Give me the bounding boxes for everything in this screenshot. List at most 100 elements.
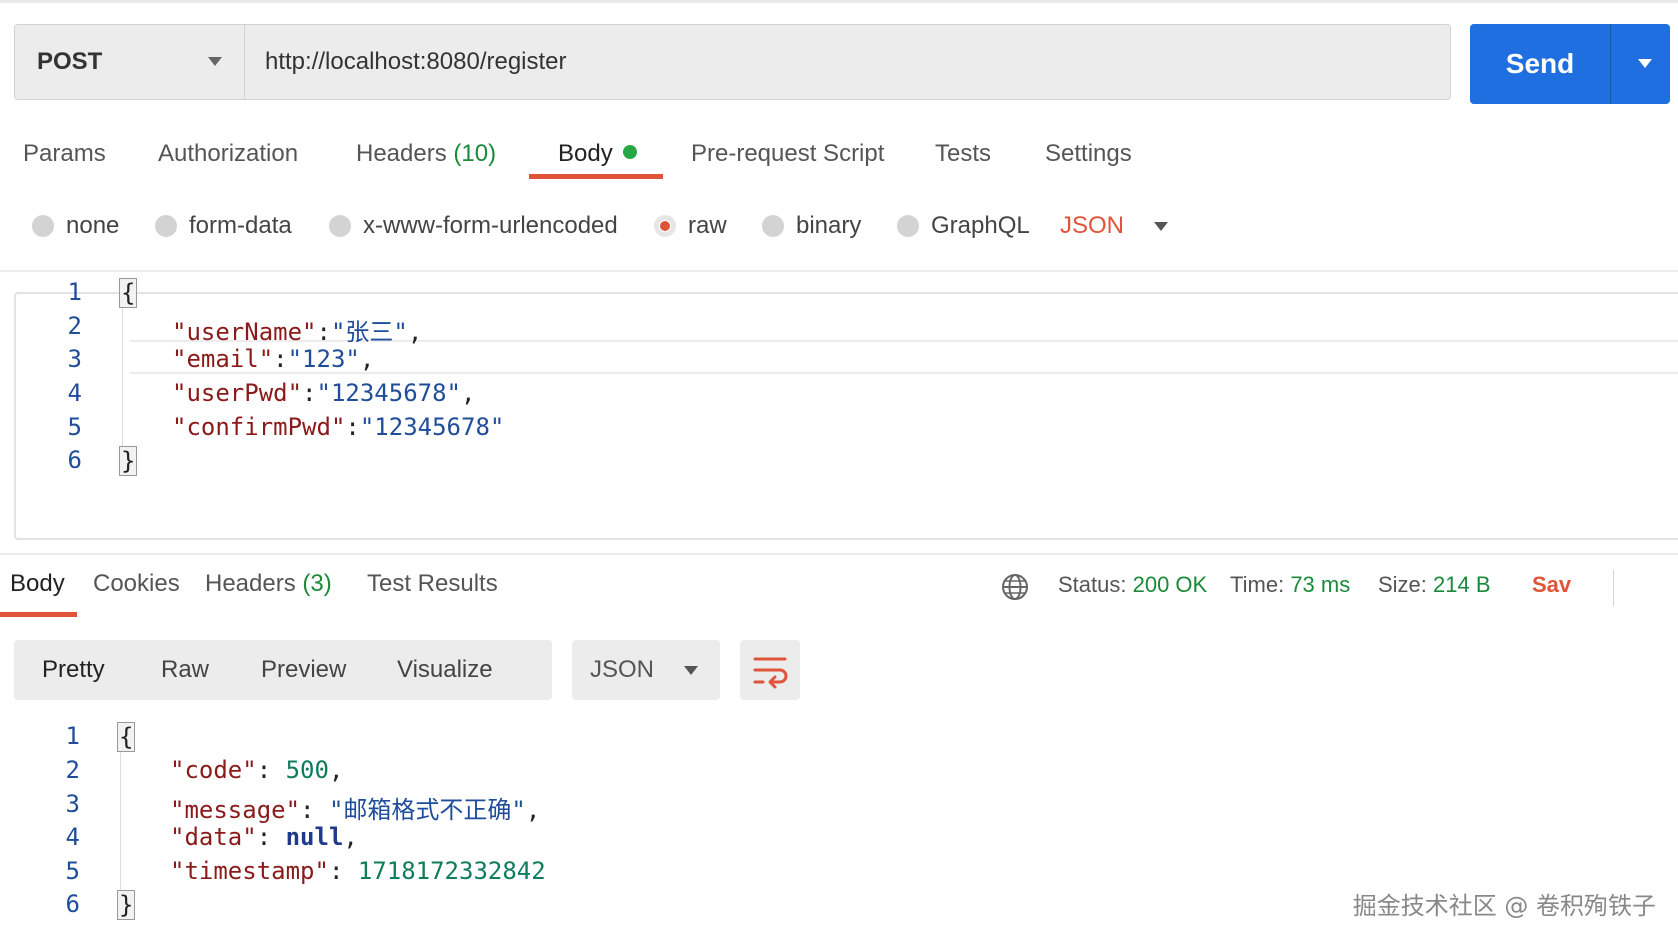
view-visualize-button[interactable]: Visualize xyxy=(397,656,493,684)
radio-label: none xyxy=(66,212,120,239)
tab-label: Cookies xyxy=(93,570,180,597)
time-label: Time: xyxy=(1230,572,1285,597)
response-format-select[interactable]: JSON xyxy=(572,640,720,700)
radio-label: form-data xyxy=(189,212,292,239)
globe-icon[interactable] xyxy=(1000,572,1030,602)
view-pretty-button[interactable]: Pretty xyxy=(42,656,105,684)
method-select[interactable]: POST xyxy=(15,25,245,99)
wrap-icon xyxy=(753,657,788,689)
radio-circle-icon xyxy=(897,215,919,237)
send-button[interactable]: Send xyxy=(1470,24,1610,104)
time-value: 73 ms xyxy=(1290,572,1351,597)
line-number: 5 xyxy=(67,413,82,441)
open-brace: { xyxy=(119,278,138,308)
radio-circle-icon xyxy=(155,215,177,237)
response-view-group: Pretty Raw Preview Visualize xyxy=(14,640,552,700)
radio-label: x-www-form-urlencoded xyxy=(363,212,618,239)
indent-guide xyxy=(120,732,121,892)
chevron-down-icon xyxy=(684,665,699,675)
code-line: "userName":"张三", xyxy=(172,312,422,347)
tab-params[interactable]: Params xyxy=(23,140,106,168)
chevron-down-icon xyxy=(1154,221,1169,231)
radio-raw[interactable]: raw xyxy=(654,212,727,240)
save-response-button[interactable]: Sav xyxy=(1532,572,1571,598)
radio-none[interactable]: none xyxy=(32,212,119,240)
json-key: "code" xyxy=(170,756,257,784)
tab-test-results[interactable]: Test Results xyxy=(367,570,498,598)
url-text: http://localhost:8080/register xyxy=(265,48,567,75)
time-info: Time: 73 ms xyxy=(1230,572,1350,598)
headers-count-badge: (10) xyxy=(453,140,497,167)
line-number: 5 xyxy=(65,857,80,885)
json-comma: , xyxy=(328,756,344,784)
code-line: "confirmPwd":"12345678" xyxy=(172,413,504,441)
tab-settings[interactable]: Settings xyxy=(1045,140,1132,168)
line-number: 4 xyxy=(65,823,80,851)
tab-tests[interactable]: Tests xyxy=(935,140,991,168)
json-colon: : xyxy=(256,756,286,784)
tab-cookies[interactable]: Cookies xyxy=(93,570,180,598)
wrap-lines-button[interactable] xyxy=(740,640,800,700)
tab-label: Headers xyxy=(205,570,296,597)
line-number: 1 xyxy=(65,722,80,750)
status-label: Status: xyxy=(1058,572,1127,597)
code-line: "code": 500, xyxy=(170,756,343,784)
view-preview-button[interactable]: Preview xyxy=(261,656,346,684)
tab-label: Test Results xyxy=(367,570,498,597)
url-input[interactable]: http://localhost:8080/register xyxy=(245,25,1450,99)
close-brace: } xyxy=(117,890,136,920)
json-key: "email" xyxy=(172,345,274,373)
divider xyxy=(1613,570,1614,606)
radio-binary[interactable]: binary xyxy=(762,212,861,240)
code-line: "message": "邮箱格式不正确", xyxy=(170,790,540,825)
view-raw-button[interactable]: Raw xyxy=(161,656,209,684)
json-value: 500 xyxy=(285,756,329,784)
line-number: 2 xyxy=(67,312,82,340)
chevron-down-icon xyxy=(208,57,222,66)
code-line: { xyxy=(117,722,136,752)
code-line: "timestamp": 1718172332842 xyxy=(170,857,546,885)
code-line: } xyxy=(119,446,138,476)
json-value: 1718172332842 xyxy=(357,857,546,885)
close-brace: } xyxy=(119,446,138,476)
line-number: 2 xyxy=(65,756,80,784)
status-value: 200 OK xyxy=(1132,572,1208,597)
radio-form-data[interactable]: form-data xyxy=(155,212,292,240)
line-number: 3 xyxy=(67,345,82,373)
json-colon: : xyxy=(328,857,358,885)
send-options-button[interactable] xyxy=(1610,24,1670,104)
size-info: Size: 214 B xyxy=(1378,572,1491,598)
tab-headers[interactable]: Headers (10) xyxy=(356,140,496,168)
radio-circle-icon xyxy=(32,215,54,237)
language-select[interactable]: JSON xyxy=(1060,212,1169,240)
request-bar: POST http://localhost:8080/register xyxy=(14,24,1451,100)
tab-label: Settings xyxy=(1045,140,1132,167)
tab-label: Body xyxy=(558,140,613,167)
json-comma: , xyxy=(525,796,541,824)
active-tab-underline xyxy=(529,174,663,179)
radio-circle-icon xyxy=(762,215,784,237)
json-colon: : xyxy=(316,318,331,346)
code-line: "email":"123", xyxy=(172,345,374,373)
status-info: Status: 200 OK xyxy=(1058,572,1207,598)
json-key: "userPwd" xyxy=(172,379,303,407)
tab-response-body[interactable]: Body xyxy=(10,570,65,598)
radio-urlencoded[interactable]: x-www-form-urlencoded xyxy=(329,212,618,240)
json-key: "timestamp" xyxy=(170,857,329,885)
modified-dot-icon xyxy=(622,145,637,159)
tab-pre-request-script[interactable]: Pre-request Script xyxy=(691,140,884,168)
json-key: "userName" xyxy=(172,318,317,346)
json-comma: , xyxy=(407,318,423,346)
code-line: } xyxy=(117,890,136,920)
tab-label: Authorization xyxy=(158,140,299,167)
tab-body[interactable]: Body xyxy=(558,140,637,168)
json-key: "message" xyxy=(170,796,301,824)
line-number: 4 xyxy=(67,379,82,407)
tab-label: Body xyxy=(10,570,65,597)
radio-graphql[interactable]: GraphQL xyxy=(897,212,1030,240)
send-button-group: Send xyxy=(1470,24,1670,104)
tab-label: Tests xyxy=(935,140,992,167)
tab-authorization[interactable]: Authorization xyxy=(158,140,298,168)
tab-response-headers[interactable]: Headers (3) xyxy=(205,570,332,598)
radio-selected-icon xyxy=(654,215,676,237)
